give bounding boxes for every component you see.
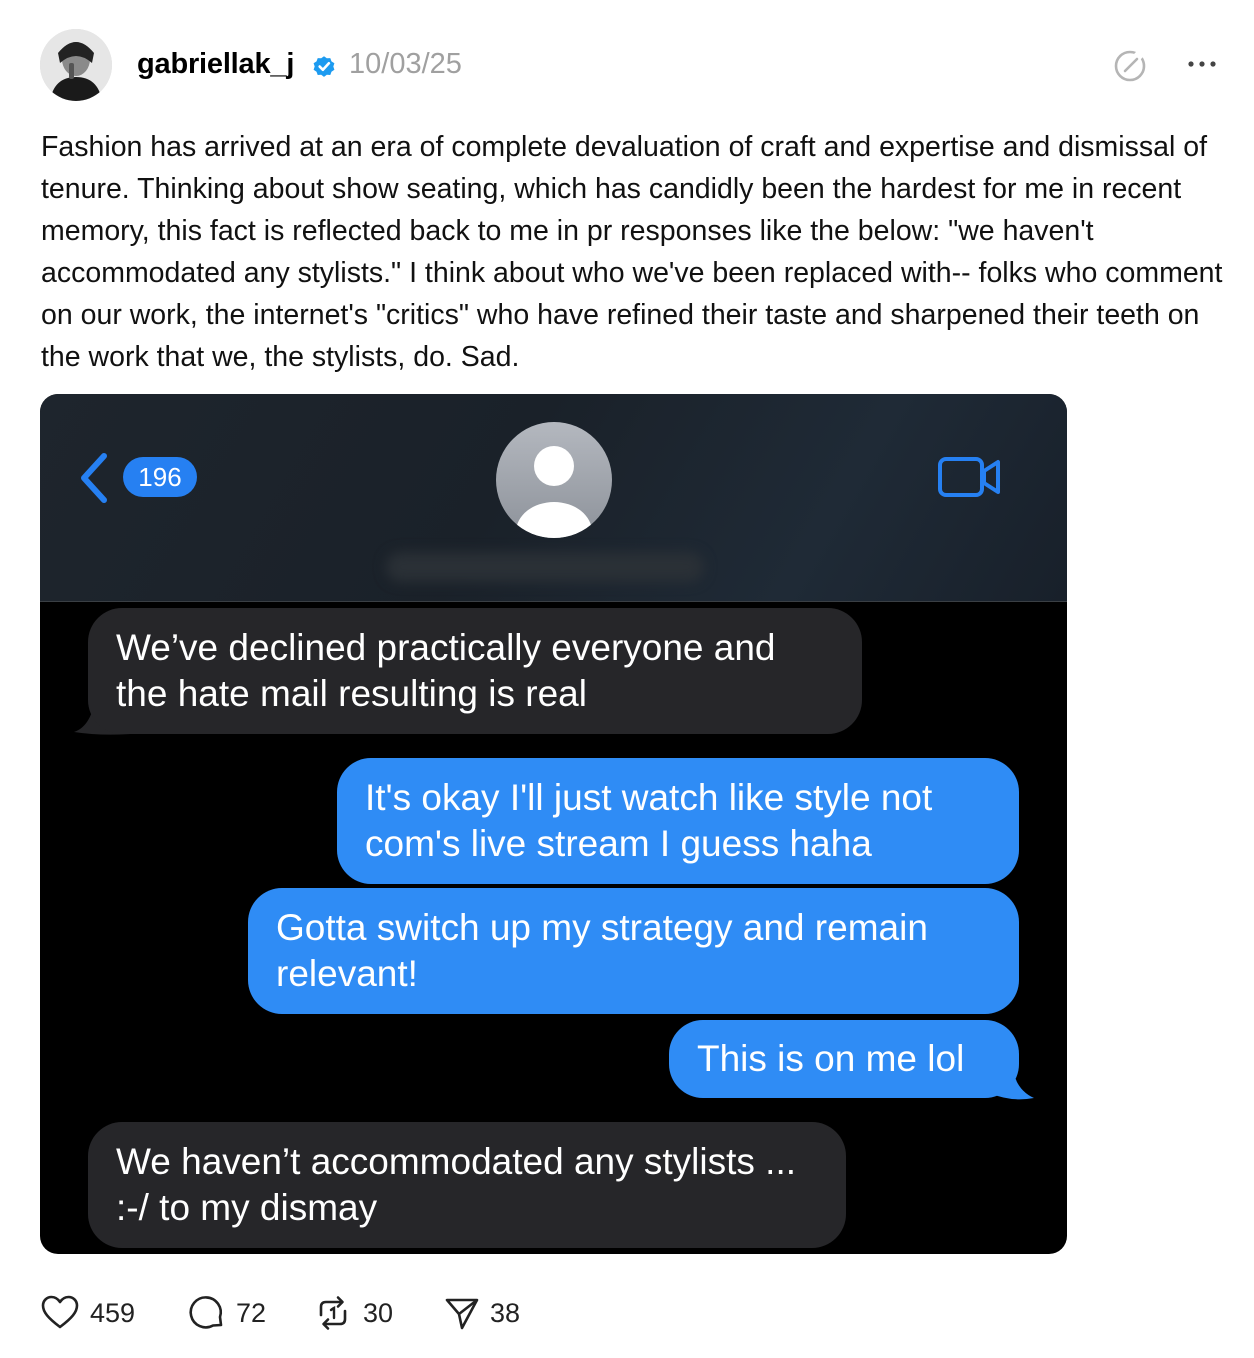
heart-icon (41, 1295, 79, 1329)
post-body-text: Fashion has arrived at an era of complet… (41, 131, 1223, 373)
post-date: 10/03/25 (349, 48, 462, 80)
contact-avatar-icon (496, 422, 612, 538)
repost-icon (319, 1296, 347, 1330)
like-button[interactable]: 459 (40, 1293, 135, 1333)
reply-count: 72 (236, 1297, 267, 1328)
header-divider (40, 601, 1067, 602)
message-bubble-outgoing: Gotta switch up my strategy and remain r… (248, 888, 1019, 1014)
message-bubble-outgoing: It's okay I'll just watch like style not… (337, 758, 1019, 884)
video-call-icon (938, 457, 1000, 497)
threads-post: gabriellak_j 10/03/25 Fashion has arrive… (0, 0, 1254, 1358)
share-button[interactable]: 38 (444, 1293, 520, 1333)
more-options-icon[interactable] (1186, 54, 1218, 74)
threads-compose-icon[interactable] (1112, 48, 1148, 84)
repost-button[interactable]: 30 (313, 1293, 393, 1333)
back-chevron-icon (81, 453, 107, 503)
reply-button[interactable]: 72 (186, 1293, 266, 1333)
repost-count: 30 (363, 1297, 394, 1328)
comment-icon (189, 1296, 223, 1329)
message-bubble-outgoing: This is on me lol (669, 1020, 1019, 1098)
message-bubble-incoming: We’ve declined practically everyone and … (88, 608, 862, 734)
verified-badge-icon (313, 56, 335, 77)
author-username[interactable]: gabriellak_j (137, 46, 294, 82)
attached-screenshot[interactable]: 196 We’ve declined practically everyone … (40, 394, 1067, 1254)
message-bubble-incoming: We haven’t accommodated any stylists ...… (88, 1122, 846, 1248)
share-icon (445, 1298, 479, 1330)
contact-name-redacted (386, 552, 704, 582)
author-avatar[interactable] (40, 29, 112, 101)
like-count: 459 (90, 1297, 136, 1328)
unread-count-badge: 196 (123, 457, 197, 497)
share-count: 38 (490, 1297, 521, 1328)
